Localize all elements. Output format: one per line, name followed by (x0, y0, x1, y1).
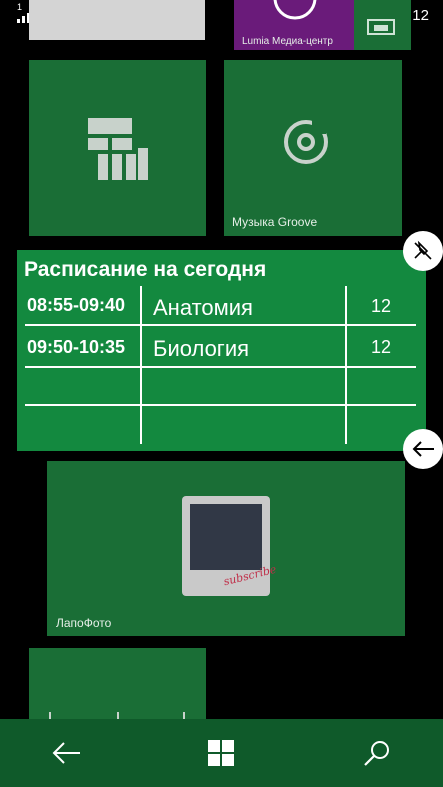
tile-partial-bottom[interactable] (29, 648, 206, 719)
play-circle-icon (273, 0, 317, 20)
tile-label: ЛапоФото (56, 616, 112, 630)
tile-generic-app[interactable] (29, 60, 206, 236)
tile-schedule[interactable]: Расписание на сегодня 08:55-09:40 Анатом… (17, 250, 426, 451)
tile-partial-top-left[interactable] (29, 0, 205, 40)
tile-lapofoto[interactable]: subscribe ЛапоФото (47, 461, 405, 636)
back-arrow-icon (52, 742, 80, 764)
bar-chart-tiles-icon (88, 118, 148, 180)
grid-line (25, 366, 416, 368)
tile-groove-music[interactable]: Музыка Groove (224, 60, 402, 236)
arrow-left-icon (412, 441, 434, 457)
schedule-subject: Анатомия (153, 295, 253, 320)
groove-disc-icon (284, 120, 328, 164)
schedule-time: 09:50-10:35 (27, 337, 126, 357)
tile-label: Музыка Groove (232, 215, 318, 229)
schedule-room: 12 (371, 296, 392, 316)
navigation-bar (0, 719, 443, 787)
search-icon (364, 741, 389, 766)
resize-button[interactable] (403, 429, 443, 469)
search-button[interactable] (331, 719, 421, 787)
grid-line (25, 324, 416, 326)
windows-logo-icon (208, 740, 234, 766)
tile-label: Lumia Медиа-центр (242, 36, 333, 47)
back-button[interactable] (22, 719, 112, 787)
schedule-title: Расписание на сегодня (24, 258, 267, 281)
unpin-icon (414, 240, 432, 260)
schedule-time: 08:55-09:40 (27, 295, 126, 315)
grid-line (140, 286, 142, 444)
tile-lumia-media-center[interactable]: Lumia Медиа-центр (234, 0, 411, 50)
grid-line (25, 404, 416, 406)
unpin-button[interactable] (403, 231, 443, 271)
media-device-icon (367, 19, 395, 35)
grid-line (345, 286, 347, 444)
schedule-room: 12 (371, 337, 392, 357)
start-button[interactable] (176, 719, 266, 787)
schedule-subject: Биология (153, 336, 250, 361)
